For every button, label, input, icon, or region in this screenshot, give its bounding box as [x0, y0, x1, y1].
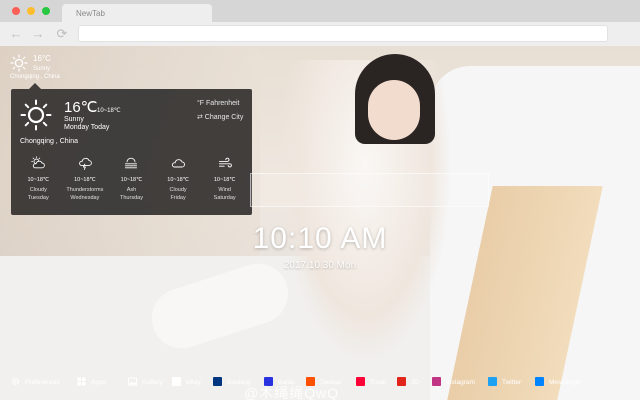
tmall-link[interactable]: Tmall [370, 377, 386, 389]
messenger-icon [535, 377, 544, 386]
tab-newtab[interactable]: NewTab [62, 4, 212, 22]
forecast-range: 10~18℃ [167, 177, 189, 183]
forecast-day: 10~18℃ Wind Saturday [201, 153, 248, 209]
tmall-icon [356, 377, 365, 386]
forecast-condition: Cloudy [169, 187, 187, 193]
forecast-day: 10~18℃ Cloudy Tuesday [15, 153, 62, 209]
sun-icon [10, 54, 28, 72]
browser-chrome: NewTab ← → ⟳ [0, 0, 640, 46]
mini-location: Chongqing , China [10, 74, 60, 80]
back-arrow-icon[interactable]: ← [8, 26, 24, 42]
cloud-icon [172, 159, 186, 168]
current-temp-range: 10~18℃ [97, 108, 121, 114]
forecast-day-name: Thursday [120, 195, 143, 201]
jd-icon [397, 377, 406, 386]
thunderstorm-icon [79, 157, 92, 170]
close-window-button[interactable] [12, 7, 20, 15]
ebay-link[interactable]: eBay [186, 377, 201, 389]
mini-weather-widget[interactable]: 16°C Sunny Chongqing , China [8, 52, 68, 86]
forward-arrow-icon[interactable]: → [30, 26, 46, 42]
forecast-day-name: Friday [170, 195, 186, 201]
forecast-day: 10~18℃ Thunderstorms Wednesday [62, 153, 109, 209]
forecast-day: 10~18℃ Ash Thursday [108, 153, 155, 209]
forecast-condition: Cloudy [29, 187, 47, 193]
minimize-window-button[interactable] [27, 7, 35, 15]
search-input[interactable] [250, 173, 489, 207]
forecast-condition: Wind [218, 187, 231, 193]
mini-condition: Sunny [33, 66, 51, 72]
fahrenheit-toggle[interactable]: °F Fahrenheit [197, 100, 240, 107]
browser-toolbar: ← → ⟳ [0, 22, 640, 46]
cloud-sun-icon [31, 156, 46, 169]
tab-strip: NewTab [0, 0, 640, 22]
forecast-range: 10~18℃ [120, 177, 143, 183]
maximize-window-button[interactable] [42, 7, 50, 15]
messenger-link[interactable]: Messenger [549, 377, 581, 389]
reload-icon[interactable]: ⟳ [54, 26, 70, 42]
forecast-range: 10~18℃ [27, 177, 50, 183]
instagram-icon [432, 377, 441, 386]
forecast-condition: Ash [126, 187, 137, 193]
forecast-day-name: Tuesday [27, 195, 49, 201]
jd-link[interactable]: JD [411, 377, 419, 389]
current-day: Monday Today [64, 124, 110, 131]
forecast-condition: Thunderstorms [66, 187, 104, 193]
forecast-day-name: Saturday [213, 195, 236, 201]
forecast-day-name: Wednesday [70, 195, 100, 201]
change-city-button[interactable]: ⇄ Change City [197, 113, 243, 121]
weather-popup: 16℃ 10~18℃ Sunny Monday Today °F Fahrenh… [11, 83, 252, 215]
booking-icon [213, 377, 222, 386]
gear-icon [11, 377, 20, 386]
wind-icon [218, 157, 232, 168]
sun-icon [20, 99, 52, 131]
city-label: Chongqing , China [20, 138, 78, 145]
current-condition: Sunny [64, 116, 84, 123]
twitter-link[interactable]: Twitter [502, 377, 521, 389]
apps-link[interactable]: Apps [91, 377, 106, 389]
wallpaper-face [368, 80, 420, 140]
weibo-watermark: @木绳绳QwQ [244, 385, 340, 400]
clock-time: 10:10 AM [252, 222, 388, 255]
twitter-icon [488, 377, 497, 386]
gallery-link[interactable]: Gallery [142, 377, 163, 389]
forecast-day: 10~18℃ Cloudy Friday [155, 153, 202, 209]
instagram-link[interactable]: Instagram [446, 377, 475, 389]
forecast-row: 10~18℃ Cloudy Tuesday 10~18℃ Thunderstor… [15, 153, 248, 209]
mini-temperature: 16°C [33, 54, 51, 63]
address-bar[interactable] [78, 25, 608, 42]
grid-icon [77, 377, 86, 386]
image-icon [128, 377, 137, 386]
forecast-range: 10~18℃ [74, 177, 96, 183]
haze-icon [125, 157, 138, 169]
current-temperature: 16℃ [64, 99, 98, 116]
clock-date: 2017.10.30 Mon [283, 260, 357, 271]
ebay-icon [172, 377, 181, 386]
preferences-link[interactable]: Preferences [25, 377, 60, 389]
forecast-range: 10~18℃ [213, 177, 236, 183]
